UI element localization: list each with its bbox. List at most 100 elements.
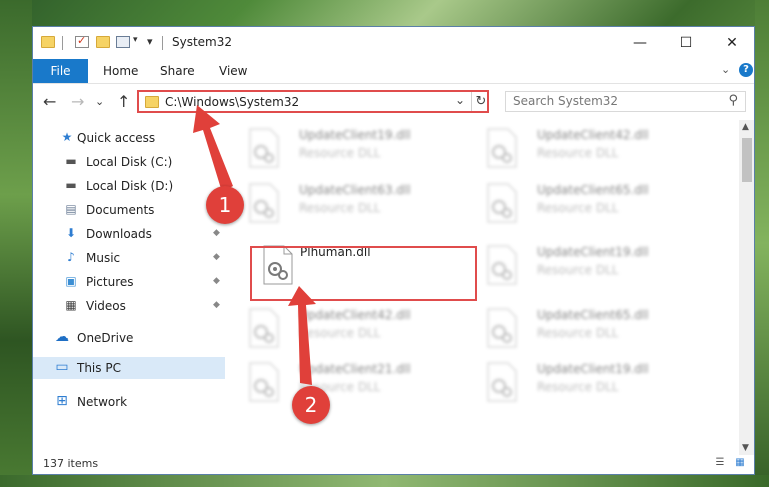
- file-item[interactable]: UpdateClient19.dll Resource DLL: [477, 358, 697, 408]
- dll-file-icon: [249, 128, 279, 168]
- title-separator-2: [162, 36, 163, 50]
- quick-access-dropdown-icon[interactable]: ▾: [133, 35, 138, 45]
- cloud-icon: ☁: [55, 329, 69, 345]
- window-title: System32: [172, 35, 233, 49]
- sidebar-item-pictures[interactable]: ▣ Pictures ◆: [33, 271, 225, 293]
- sidebar-item-quick-access[interactable]: ★ Quick access: [33, 127, 225, 149]
- file-item[interactable]: UpdateClient63.dll Resource DLL: [239, 179, 459, 229]
- pin-icon[interactable]: ◆: [213, 300, 220, 310]
- file-name: UpdateClient19.dll: [299, 128, 411, 142]
- desktop-background-right: [755, 0, 769, 487]
- details-view-icon[interactable]: ☰: [713, 457, 727, 469]
- quick-access-toolbar-dropdown[interactable]: ▾: [147, 35, 153, 48]
- file-item[interactable]: UpdateClient19.dll Resource DLL: [477, 241, 697, 291]
- sidebar-item-label: Pictures: [86, 275, 134, 289]
- file-name: UpdateClient19.dll: [537, 245, 649, 259]
- file-name: UpdateClient65.dll: [537, 183, 649, 197]
- scroll-down-icon[interactable]: ▼: [742, 443, 749, 453]
- highlight-box-file: [250, 246, 477, 301]
- sidebar-item-local-disk-c[interactable]: ▬ Local Disk (C:): [33, 151, 225, 173]
- new-folder-icon[interactable]: [96, 36, 110, 48]
- dll-file-icon: [487, 183, 517, 223]
- sidebar-item-label: OneDrive: [77, 331, 134, 345]
- sidebar-item-videos[interactable]: ▦ Videos ◆: [33, 295, 225, 317]
- close-button[interactable]: ✕: [709, 27, 755, 59]
- folder-icon: [41, 36, 55, 48]
- item-count: 137 items: [43, 457, 99, 470]
- address-dropdown-icon[interactable]: ⌄: [455, 93, 465, 107]
- sidebar-item-label: Documents: [86, 203, 155, 217]
- dll-file-icon: [487, 128, 517, 168]
- download-icon: ⬇: [65, 226, 77, 240]
- dll-file-icon: [487, 245, 517, 285]
- maximize-button[interactable]: ☐: [663, 27, 709, 59]
- tab-view[interactable]: View: [219, 59, 247, 83]
- file-description: Resource DLL: [537, 263, 619, 277]
- navigation-pane: ★ Quick access ▬ Local Disk (C:) ▬ Local…: [33, 120, 225, 455]
- dll-file-icon: [487, 362, 517, 402]
- file-description: Resource DLL: [299, 146, 381, 160]
- tiles-view-icon[interactable]: ▦: [733, 457, 747, 469]
- file-item[interactable]: UpdateClient42.dll Resource DLL: [477, 124, 697, 174]
- up-button[interactable]: ↑: [117, 92, 130, 111]
- back-button[interactable]: ←: [43, 92, 56, 111]
- expand-ribbon-icon[interactable]: ⌄: [721, 63, 730, 76]
- file-item[interactable]: UpdateClient21.dll Resource DLL: [239, 358, 459, 408]
- ribbon-tabs: File Home Share View ⌄ ?: [33, 59, 754, 84]
- file-name: UpdateClient65.dll: [537, 308, 649, 322]
- sidebar-item-network[interactable]: ⊞ Network: [33, 391, 225, 413]
- desktop-background-bottom: [0, 475, 769, 487]
- scroll-up-icon[interactable]: ▲: [742, 122, 749, 132]
- file-description: Resource DLL: [537, 146, 619, 160]
- customize-toolbar-icon[interactable]: [116, 36, 130, 48]
- sidebar-item-documents[interactable]: ▤ Documents: [33, 199, 225, 221]
- tab-file[interactable]: File: [33, 59, 88, 83]
- properties-check-icon[interactable]: [75, 34, 89, 48]
- callout-badge-2: 2: [292, 386, 330, 424]
- file-item[interactable]: UpdateClient19.dll Resource DLL: [239, 124, 459, 174]
- title-bar: ▾ ▾ System32 — ☐ ✕: [33, 27, 754, 59]
- sidebar-item-local-disk-d[interactable]: ▬ Local Disk (D:): [33, 175, 225, 197]
- file-item[interactable]: UpdateClient42.dll Resource DLL: [239, 304, 459, 354]
- search-icon[interactable]: ⚲: [728, 93, 738, 108]
- file-name: UpdateClient19.dll: [537, 362, 649, 376]
- sidebar-item-music[interactable]: ♪ Music ◆: [33, 247, 225, 269]
- help-icon[interactable]: ?: [739, 63, 753, 77]
- sidebar-item-this-pc[interactable]: ▭ This PC: [33, 357, 225, 379]
- pin-icon[interactable]: ◆: [213, 252, 220, 262]
- file-description: Resource DLL: [299, 201, 381, 215]
- dll-file-icon: [487, 308, 517, 348]
- star-icon: ★: [61, 130, 73, 144]
- document-icon: ▤: [65, 202, 77, 216]
- drive-icon: ▬: [65, 178, 77, 192]
- search-input[interactable]: Search System32 ⚲: [505, 91, 746, 112]
- sidebar-item-label: Local Disk (D:): [86, 179, 174, 193]
- file-item[interactable]: UpdateClient65.dll Resource DLL: [477, 304, 697, 354]
- refresh-button[interactable]: ↻: [471, 92, 490, 111]
- file-name: UpdateClient42.dll: [299, 308, 411, 322]
- scrollbar-thumb[interactable]: [742, 138, 752, 182]
- sidebar-item-downloads[interactable]: ⬇ Downloads ◆: [33, 223, 225, 245]
- file-explorer-window: ▾ ▾ System32 — ☐ ✕ File Home Share View …: [32, 26, 755, 475]
- status-bar: 137 items ☰ ▦: [33, 455, 754, 474]
- forward-button[interactable]: →: [71, 92, 84, 111]
- pictures-icon: ▣: [65, 274, 77, 288]
- videos-icon: ▦: [65, 298, 77, 312]
- folder-icon: [145, 96, 159, 108]
- file-description: Resource DLL: [537, 380, 619, 394]
- minimize-button[interactable]: —: [617, 27, 663, 59]
- network-icon: ⊞: [56, 393, 68, 409]
- computer-icon: ▭: [55, 359, 69, 375]
- pin-icon[interactable]: ◆: [213, 228, 220, 238]
- pin-icon[interactable]: ◆: [213, 276, 220, 286]
- file-item[interactable]: UpdateClient65.dll Resource DLL: [477, 179, 697, 229]
- tab-home[interactable]: Home: [103, 59, 138, 83]
- music-icon: ♪: [67, 250, 75, 264]
- address-path[interactable]: C:\Windows\System32: [165, 95, 299, 109]
- address-bar[interactable]: C:\Windows\System32 ⌄ ↻: [137, 90, 489, 113]
- recent-locations-button[interactable]: ⌄: [95, 95, 104, 108]
- vertical-scrollbar[interactable]: ▲ ▼: [739, 120, 754, 455]
- tab-share[interactable]: Share: [160, 59, 195, 83]
- sidebar-item-onedrive[interactable]: ☁ OneDrive: [33, 327, 225, 349]
- drive-icon: ▬: [65, 154, 77, 168]
